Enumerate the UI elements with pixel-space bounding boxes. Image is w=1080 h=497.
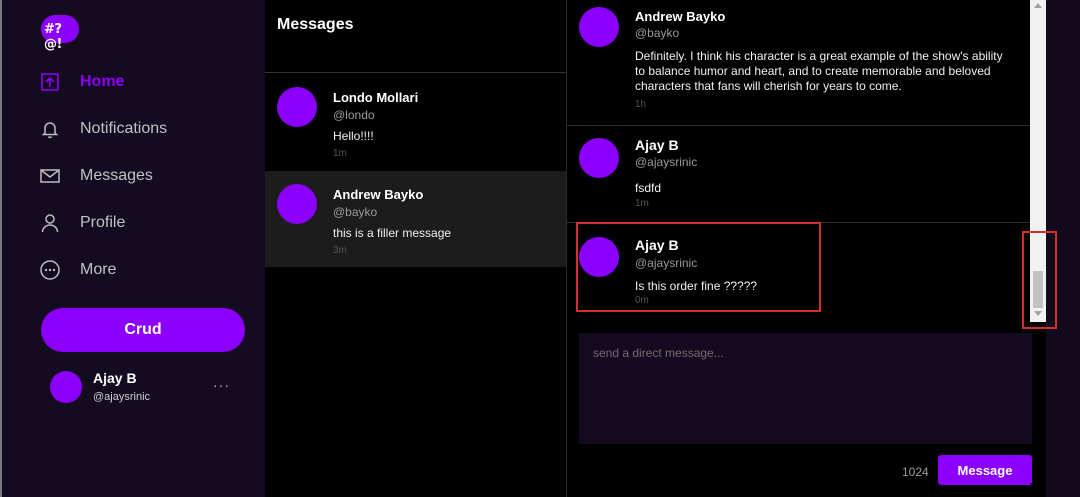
bell-icon (38, 117, 62, 141)
conversation-item-selected[interactable]: Andrew Bayko @bayko this is a filler mes… (265, 171, 566, 267)
profile-name: Ajay B (93, 370, 137, 386)
nav-item-profile[interactable]: Profile (38, 209, 125, 237)
char-counter: 1024 (902, 465, 929, 479)
nav-label-messages: Messages (80, 167, 153, 184)
divider (265, 72, 566, 73)
conversation-time: 1m (333, 148, 347, 159)
user-icon (38, 211, 62, 235)
conversation-time: 3m (333, 245, 347, 256)
account-switcher[interactable]: Ajay B @ajaysrinic ··· (50, 368, 250, 408)
home-icon (38, 70, 62, 94)
conversation-preview: this is a filler message (333, 226, 452, 240)
nav-label-more: More (80, 261, 117, 278)
message-handle: @bayko (635, 26, 680, 40)
nav-item-messages[interactable]: Messages (38, 162, 153, 190)
avatar (579, 7, 619, 47)
conversation-preview: Hello!!!! (333, 129, 374, 143)
nav-item-more[interactable]: More (38, 256, 116, 284)
message-item: Ajay B @ajaysrinic fsdfd 1m (567, 126, 1030, 222)
message-author: Ajay B (635, 137, 679, 153)
message-time: 1m (635, 198, 649, 209)
avatar (579, 138, 619, 178)
message-time: 1h (635, 99, 647, 110)
nav-label-notifications: Notifications (80, 120, 168, 137)
nav-label-profile: Profile (80, 214, 126, 231)
conversation-name: Andrew Bayko (333, 187, 424, 202)
logo-text: #?@! (44, 22, 62, 52)
message-handle: @ajaysrinic (635, 155, 698, 169)
send-message-button[interactable]: Message (938, 455, 1032, 485)
more-options-icon[interactable]: ··· (213, 377, 230, 393)
more-circle-icon (38, 258, 62, 282)
scroll-up-arrow-icon[interactable] (1034, 3, 1042, 8)
profile-handle: @ajaysrinic (93, 391, 151, 403)
nav-label-home: Home (80, 73, 125, 90)
window-edge (0, 0, 2, 497)
conversation-handle: @londo (333, 108, 375, 122)
message-input[interactable] (593, 346, 1018, 431)
avatar (50, 371, 82, 403)
crud-button[interactable]: Crud (41, 308, 245, 352)
avatar (277, 184, 317, 224)
avatar (277, 87, 317, 127)
highlight-box-last-message (576, 222, 821, 312)
nav-item-notifications[interactable]: Notifications (38, 115, 167, 143)
conversation-handle: @bayko (333, 205, 378, 219)
page-title: Messages (277, 16, 354, 33)
message-item: Andrew Bayko @bayko Definitely. I think … (567, 0, 1030, 125)
conversation-item[interactable]: Londo Mollari @londo Hello!!!! 1m (265, 74, 566, 170)
message-input-box[interactable] (579, 333, 1032, 444)
message-text: Definitely. I think his character is a g… (635, 49, 1003, 93)
message-text: fsdfd (635, 181, 662, 195)
nav-item-home[interactable]: Home (38, 68, 124, 96)
highlight-box-scrollbar (1022, 231, 1057, 329)
conversations-panel: Messages Londo Mollari @londo Hello!!!! … (265, 0, 566, 497)
conversation-name: Londo Mollari (333, 90, 419, 105)
app-logo[interactable]: #?@! (41, 15, 79, 52)
mail-icon (38, 164, 62, 188)
message-author: Andrew Bayko (635, 9, 726, 24)
